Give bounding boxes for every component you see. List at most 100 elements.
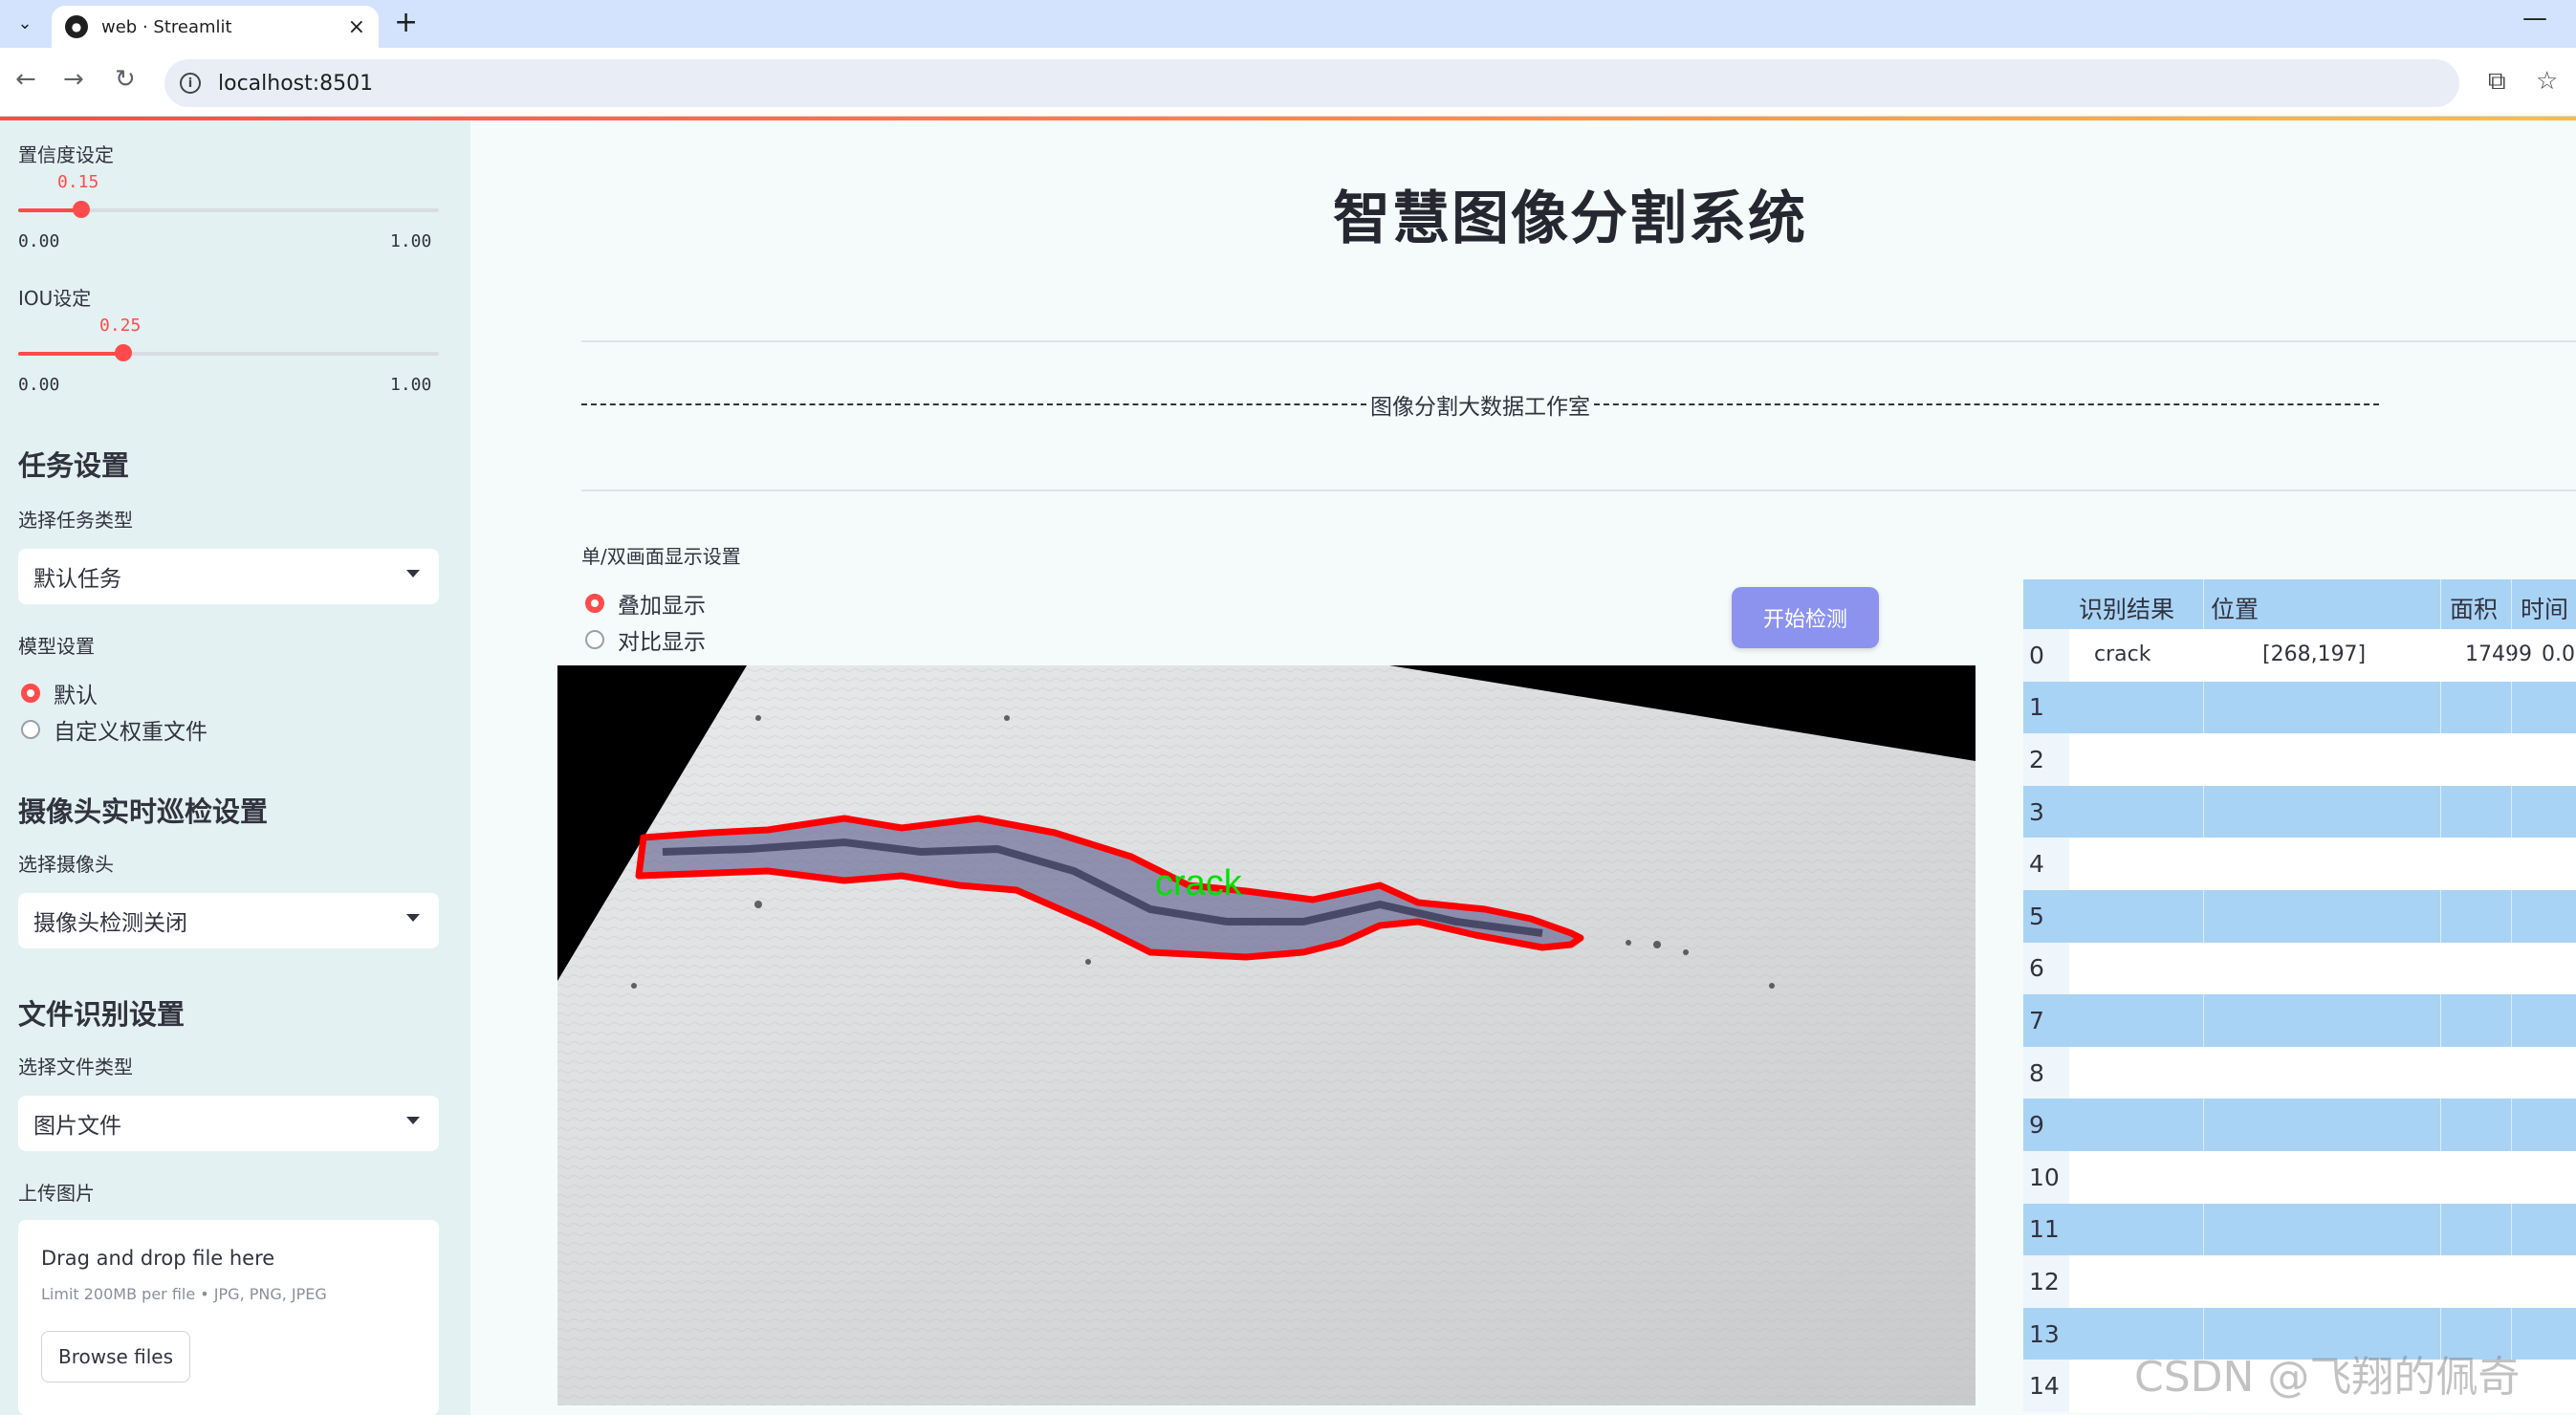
upload-title: Drag and drop file here	[41, 1247, 275, 1270]
table-header: 识别结果 位置 面积 时间	[2023, 579, 2576, 629]
row-index: 13	[2023, 1307, 2069, 1361]
column-divider	[2511, 579, 2512, 1415]
radio-unselected-icon	[21, 720, 40, 739]
row-index: 2	[2023, 733, 2069, 786]
forward-arrow-icon[interactable]: →	[63, 65, 84, 94]
url-field[interactable]: i localhost:8501	[164, 59, 2459, 107]
confidence-value: 0.15	[57, 172, 99, 192]
display-option-compare-label: 对比显示	[618, 630, 706, 655]
detection-image: crack	[557, 665, 1976, 1405]
browser-tab-bar: ⌄ ● web · Streamlit × + —	[0, 0, 2576, 48]
camera-select-label: 选择摄像头	[18, 853, 114, 876]
table-row[interactable]: 0 crack [268,197] 17499 0.02	[2023, 629, 2576, 682]
minimize-window-icon[interactable]: —	[2522, 4, 2547, 33]
table-row[interactable]: 11	[2023, 1203, 2576, 1256]
start-detection-button[interactable]: 开始检测	[1732, 587, 1879, 648]
iou-max: 1.00	[390, 375, 432, 395]
page-title: 智慧图像分割系统	[1333, 185, 1807, 252]
task-type-select[interactable]: 默认任务	[18, 549, 439, 604]
bookmark-star-icon[interactable]: ☆	[2536, 67, 2558, 96]
results-table: 识别结果 位置 面积 时间 0 crack [268,197] 17499 0.02 12…	[2023, 579, 2576, 1415]
iou-slider-thumb[interactable]	[115, 344, 132, 361]
table-row[interactable]: 4	[2023, 838, 2576, 890]
model-option-default[interactable]: 默认	[21, 677, 98, 709]
upload-label: 上传图片	[18, 1182, 95, 1205]
cell-time: 0.02	[2542, 642, 2576, 666]
banner-dash-right	[1594, 403, 2379, 405]
watermark: CSDN @飞翔的佩奇	[2134, 1353, 2521, 1402]
header-position: 位置	[2211, 596, 2259, 623]
table-row[interactable]: 5	[2023, 890, 2576, 943]
display-option-overlay-label: 叠加显示	[618, 594, 706, 619]
cell-result: crack	[2094, 642, 2151, 666]
header-time: 时间	[2521, 596, 2569, 623]
crack-label: crack	[1155, 863, 1243, 903]
iou-label: IOU设定	[18, 287, 92, 310]
task-type-label: 选择任务类型	[18, 509, 133, 532]
table-row[interactable]: 2	[2023, 733, 2576, 786]
table-row[interactable]: 10	[2023, 1151, 2576, 1204]
back-arrow-icon[interactable]: ←	[15, 65, 36, 94]
radio-selected-icon	[21, 684, 40, 703]
model-option-custom[interactable]: 自定义权重文件	[21, 713, 207, 746]
display-mode-label: 单/双画面显示设置	[581, 545, 741, 568]
chevron-down-icon	[406, 1117, 420, 1124]
row-index: 14	[2023, 1360, 2069, 1412]
banner-text: 图像分割大数据工作室	[1370, 395, 1590, 419]
row-index: 4	[2023, 838, 2069, 890]
row-index: 9	[2023, 1099, 2069, 1151]
camera-select-value: 摄像头检测关闭	[33, 911, 187, 936]
file-type-select[interactable]: 图片文件	[18, 1096, 439, 1151]
radio-unselected-icon	[585, 630, 604, 649]
browser-tab[interactable]: ● web · Streamlit ×	[52, 6, 379, 48]
iou-min: 0.00	[18, 375, 60, 395]
table-row[interactable]: 9	[2023, 1099, 2576, 1151]
table-row[interactable]: 8	[2023, 1046, 2576, 1099]
tab-search-icon[interactable]: ⌄	[10, 8, 40, 38]
header-result: 识别结果	[2079, 596, 2175, 623]
column-divider	[2203, 579, 2204, 1415]
confidence-slider-thumb[interactable]	[73, 201, 90, 218]
file-uploader-dropzone[interactable]: Drag and drop file here Limit 200MB per …	[18, 1220, 439, 1415]
divider	[581, 340, 2576, 342]
confidence-slider[interactable]	[18, 201, 439, 218]
model-option-default-label: 默认	[54, 684, 98, 708]
new-tab-icon[interactable]: +	[394, 6, 418, 39]
iou-slider[interactable]	[18, 344, 439, 361]
reload-icon[interactable]: ↻	[115, 65, 136, 94]
file-type-label: 选择文件类型	[18, 1056, 133, 1078]
row-index: 5	[2023, 890, 2069, 943]
file-settings-heading: 文件识别设置	[18, 998, 186, 1031]
site-info-icon[interactable]: i	[180, 73, 201, 94]
display-option-overlay[interactable]: 叠加显示	[585, 587, 706, 620]
streamlit-favicon-icon: ●	[65, 15, 88, 38]
header-area: 面积	[2450, 596, 2499, 623]
chevron-down-icon	[406, 914, 420, 922]
column-divider	[2440, 579, 2441, 1415]
chevron-down-icon	[406, 570, 420, 577]
studio-banner: 图像分割大数据工作室	[581, 390, 2379, 419]
task-type-value: 默认任务	[33, 567, 121, 592]
row-index: 0	[2023, 629, 2069, 682]
close-tab-icon[interactable]: ×	[348, 15, 365, 39]
browse-files-button[interactable]: Browse files	[41, 1331, 190, 1382]
table-row[interactable]: 12	[2023, 1255, 2576, 1308]
table-row[interactable]: 6	[2023, 942, 2576, 995]
model-settings-label: 模型设置	[18, 635, 95, 658]
table-row[interactable]: 1	[2023, 681, 2576, 734]
display-option-compare[interactable]: 对比显示	[585, 623, 706, 656]
translate-icon[interactable]: ⧉	[2488, 67, 2506, 97]
file-type-value: 图片文件	[33, 1114, 121, 1139]
camera-select[interactable]: 摄像头检测关闭	[18, 893, 439, 948]
divider	[581, 490, 2576, 491]
row-index: 3	[2023, 785, 2069, 838]
tab-title: web · Streamlit	[101, 16, 232, 37]
task-settings-heading: 任务设置	[18, 449, 130, 482]
banner-dash-left	[581, 403, 1366, 405]
table-row[interactable]: 3	[2023, 785, 2576, 838]
row-index: 7	[2023, 994, 2069, 1047]
row-index: 6	[2023, 942, 2069, 995]
confidence-min: 0.00	[18, 231, 60, 251]
camera-settings-heading: 摄像头实时巡检设置	[18, 795, 269, 828]
table-row[interactable]: 7	[2023, 994, 2576, 1047]
